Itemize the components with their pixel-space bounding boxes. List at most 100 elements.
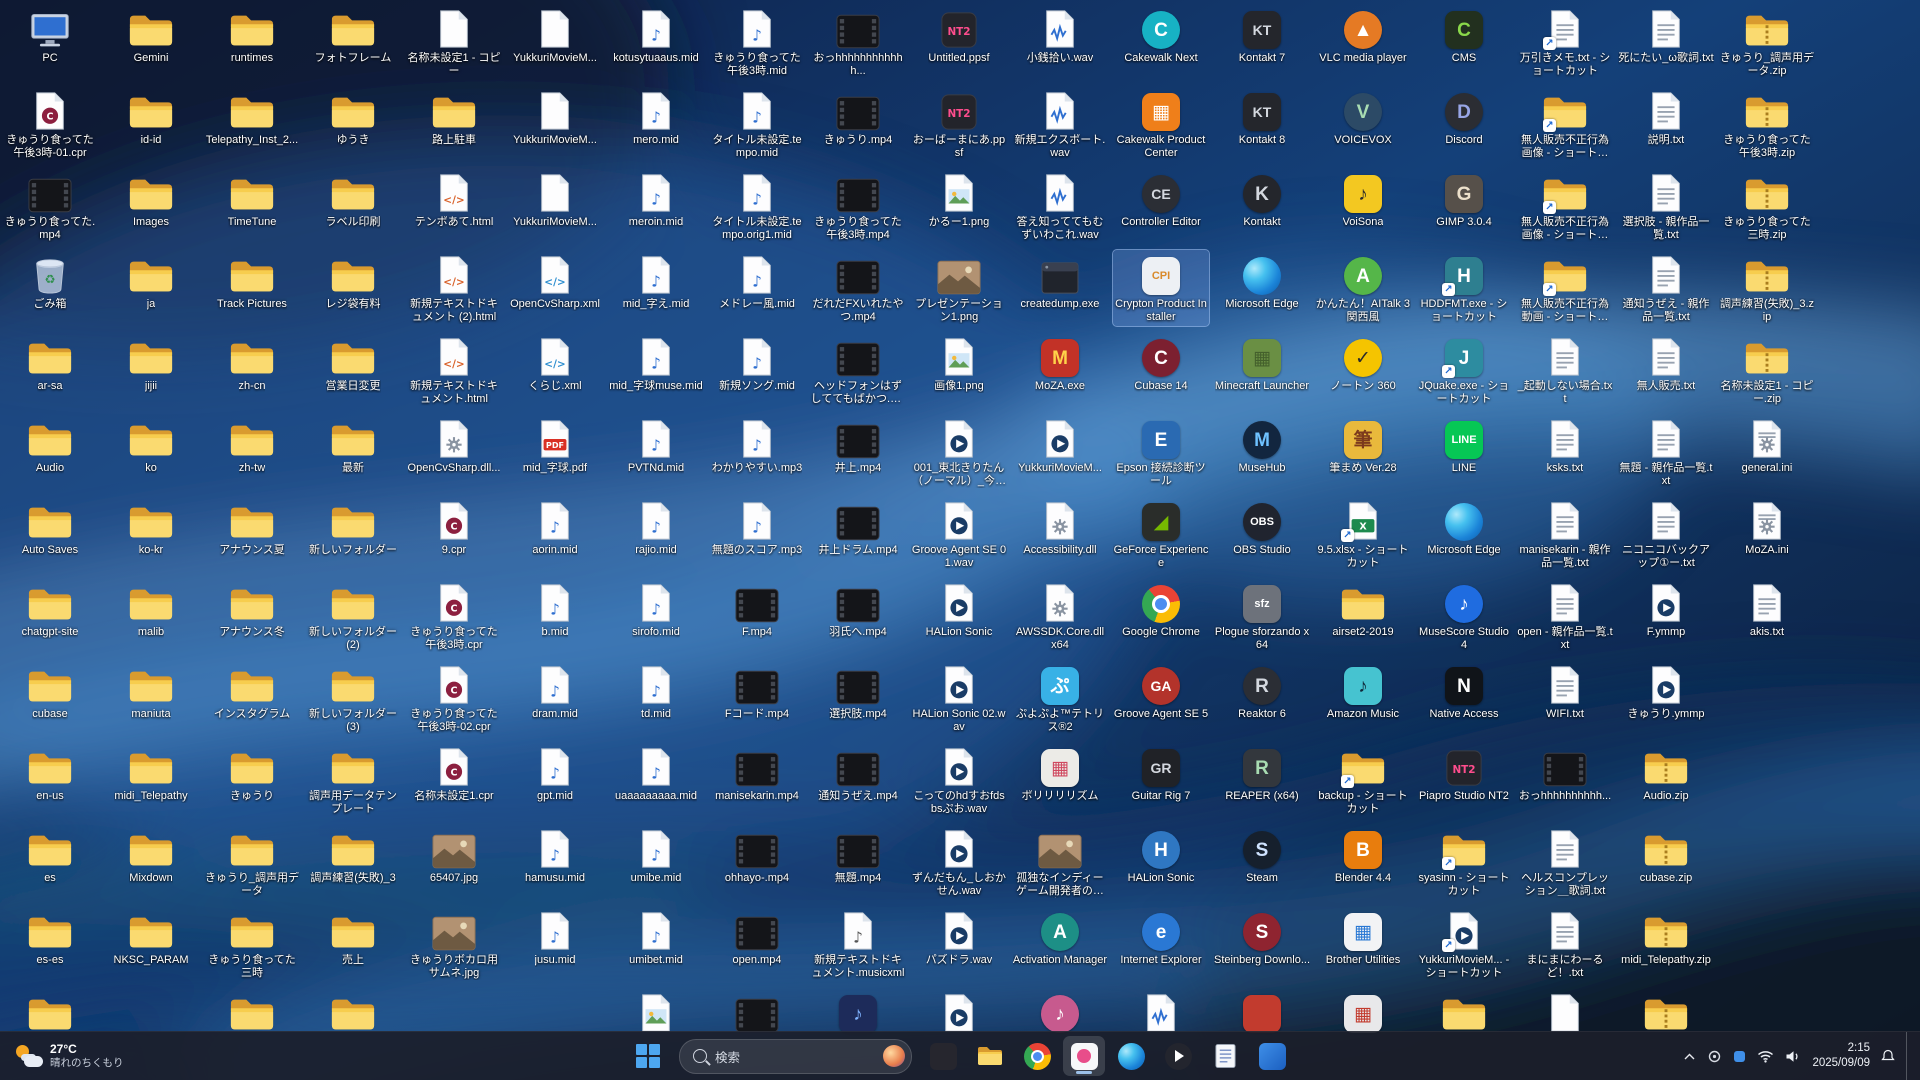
desktop-icon[interactable]: D Discord bbox=[1416, 86, 1512, 149]
desktop-icon[interactable]: ♪ gpt.mid bbox=[507, 742, 603, 805]
show-desktop-button[interactable] bbox=[1906, 1032, 1912, 1080]
desktop-icon[interactable]: YukkuriMovieM... bbox=[507, 168, 603, 231]
desktop-icon[interactable]: akis.txt bbox=[1719, 578, 1815, 641]
start-button[interactable] bbox=[627, 1036, 669, 1076]
desktop-icon[interactable]: F.mp4 bbox=[709, 578, 805, 641]
desktop-icon[interactable]: cubase bbox=[2, 660, 98, 723]
volume-icon[interactable] bbox=[1785, 1050, 1801, 1063]
desktop-icon[interactable]: e Internet Explorer bbox=[1113, 906, 1209, 969]
desktop-icon[interactable]: ♪ PVTNd.mid bbox=[608, 414, 704, 477]
desktop-icon[interactable]: open.mp4 bbox=[709, 906, 805, 969]
desktop-icon[interactable]: NT2 Untitled.ppsf bbox=[911, 4, 1007, 67]
desktop-icon[interactable]: ar-sa bbox=[2, 332, 98, 395]
desktop-icon[interactable]: おっhhhhhhhhhh... bbox=[1517, 742, 1613, 805]
desktop-icon[interactable]: Microsoft Edge bbox=[1214, 250, 1310, 313]
desktop-icon[interactable]: </> くらじ.xml bbox=[507, 332, 603, 395]
desktop-icon[interactable]: OpenCvSharp.dll... bbox=[406, 414, 502, 477]
desktop-icon[interactable]: ♪ 無題のスコア.mp3 bbox=[709, 496, 805, 559]
desktop-icon[interactable]: G GIMP 3.0.4 bbox=[1416, 168, 1512, 231]
desktop-icon[interactable]: es-es bbox=[2, 906, 98, 969]
desktop-icon[interactable]: プレゼンテーション1.png bbox=[911, 250, 1007, 326]
desktop-icon[interactable]: ずんだもん_しおかせん.wav bbox=[911, 824, 1007, 900]
desktop-icon[interactable]: 孤独なインディーゲーム開発者の一生... bbox=[1012, 824, 1108, 900]
desktop-icon[interactable]: B Blender 4.4 bbox=[1315, 824, 1411, 887]
desktop-icon[interactable]: YukkuriMovieM... bbox=[507, 4, 603, 67]
desktop-icon[interactable]: ↗ backup - ショートカット bbox=[1315, 742, 1411, 818]
desktop-icon[interactable]: きゅうり_調声用データ.zip bbox=[1719, 4, 1815, 80]
desktop-icon[interactable]: HALion Sonic bbox=[911, 578, 1007, 641]
desktop-icon[interactable]: CE Controller Editor bbox=[1113, 168, 1209, 231]
desktop-icon[interactable]: ♪ VoiSona bbox=[1315, 168, 1411, 231]
taskbar-app-blue-app[interactable] bbox=[1251, 1036, 1293, 1076]
desktop-icon[interactable]: ラベル印刷 bbox=[305, 168, 401, 231]
desktop-icon[interactable]: </> 新規テキストドキュメント (2).html bbox=[406, 250, 502, 326]
desktop-icon[interactable]: Audio bbox=[2, 414, 98, 477]
desktop-icon[interactable]: 名称未設定1 - コピー bbox=[406, 4, 502, 80]
desktop-icon[interactable]: AWSSDK.Core.dll x64 bbox=[1012, 578, 1108, 654]
desktop-icon[interactable]: id-id bbox=[103, 86, 199, 149]
desktop-icon[interactable]: 選択肢.mp4 bbox=[810, 660, 906, 723]
desktop-icon[interactable]: LINE LINE bbox=[1416, 414, 1512, 477]
desktop-icon[interactable]: PC bbox=[2, 4, 98, 67]
desktop-icon[interactable]: 小銭拾い.wav bbox=[1012, 4, 1108, 67]
desktop-icon[interactable]: ↗ syasinn - ショートカット bbox=[1416, 824, 1512, 900]
desktop-icon[interactable]: K Kontakt bbox=[1214, 168, 1310, 231]
taskbar-app-google-chrome[interactable] bbox=[1016, 1036, 1058, 1076]
desktop-icon[interactable]: C きゅうり食ってた午後3時-02.cpr bbox=[406, 660, 502, 736]
desktop-icon[interactable]: R REAPER (x64) bbox=[1214, 742, 1310, 805]
desktop-icon[interactable]: R Reaktor 6 bbox=[1214, 660, 1310, 723]
desktop-icon[interactable]: ksks.txt bbox=[1517, 414, 1613, 477]
desktop-icon[interactable]: C 9.cpr bbox=[406, 496, 502, 559]
desktop-icon[interactable]: general.ini bbox=[1719, 414, 1815, 477]
desktop-icon[interactable]: Google Chrome bbox=[1113, 578, 1209, 641]
desktop-icon[interactable]: OBS OBS Studio bbox=[1214, 496, 1310, 559]
desktop-icon[interactable]: cubase.zip bbox=[1618, 824, 1714, 887]
desktop-icon[interactable]: C 名称未設定1.cpr bbox=[406, 742, 502, 805]
desktop-icon[interactable]: KT Kontakt 7 bbox=[1214, 4, 1310, 67]
desktop-icon[interactable]: en-us bbox=[2, 742, 98, 805]
desktop-icon[interactable]: MoZA.ini bbox=[1719, 496, 1815, 559]
desktop-icon[interactable]: Groove Agent SE 01.wav bbox=[911, 496, 1007, 572]
desktop-icon[interactable]: 最新 bbox=[305, 414, 401, 477]
desktop-icon[interactable]: レジ袋有料 bbox=[305, 250, 401, 313]
desktop-icon[interactable]: ♪ Amazon Music bbox=[1315, 660, 1411, 723]
desktop-icon[interactable]: ▦ Cakewalk Product Center bbox=[1113, 86, 1209, 162]
desktop-icon[interactable]: きゅうり食ってた三時.zip bbox=[1719, 168, 1815, 244]
desktop-icon[interactable]: ♪ mid_字球muse.mid bbox=[608, 332, 704, 395]
desktop-icon[interactable]: ja bbox=[103, 250, 199, 313]
desktop-icon[interactable]: GA Groove Agent SE 5 bbox=[1113, 660, 1209, 723]
desktop-icon[interactable]: きゅうり.mp4 bbox=[810, 86, 906, 149]
desktop-icon[interactable]: airset2-2019 bbox=[1315, 578, 1411, 641]
weather-widget[interactable]: 27°C 晴れのちくもり bbox=[6, 1032, 134, 1080]
desktop-icon[interactable]: WIFI.txt bbox=[1517, 660, 1613, 723]
desktop-icon[interactable]: manisekarin.mp4 bbox=[709, 742, 805, 805]
desktop-icon[interactable]: YukkuriMovieM... bbox=[1012, 414, 1108, 477]
desktop-icon[interactable]: Audio.zip bbox=[1618, 742, 1714, 805]
desktop-icon[interactable]: ♪ わかりやすい.mp3 bbox=[709, 414, 805, 477]
desktop-icon[interactable]: 画像1.png bbox=[911, 332, 1007, 395]
taskbar-app-media-player[interactable] bbox=[1157, 1036, 1199, 1076]
taskbar-app-dark-app[interactable] bbox=[922, 1036, 964, 1076]
desktop-icon[interactable]: ↗ 無人販売不正行為画像 - ショートカッ... bbox=[1517, 86, 1613, 162]
desktop-icon[interactable]: ↗ 万引きメモ.txt - ショートカット bbox=[1517, 4, 1613, 80]
desktop-icon[interactable]: ぷぷよぷよ™テトリス®2 bbox=[1012, 660, 1108, 736]
desktop-icon[interactable]: 新しいフォルダー bbox=[305, 496, 401, 559]
desktop-icon[interactable]: TimeTune bbox=[204, 168, 300, 231]
desktop-icon[interactable]: 新規エクスポート.wav bbox=[1012, 86, 1108, 162]
desktop-icon[interactable]: ▦ Minecraft Launcher bbox=[1214, 332, 1310, 395]
desktop-icon[interactable]: ♪ メドレー風.mid bbox=[709, 250, 805, 313]
taskbar-clock[interactable]: 2:15 2025/09/09 bbox=[1812, 1041, 1870, 1071]
desktop-icon[interactable]: ↗ YukkuriMovieM... - ショートカット bbox=[1416, 906, 1512, 982]
desktop-icon[interactable]: 新しいフォルダー (3) bbox=[305, 660, 401, 736]
desktop-icon[interactable]: E Epson 接続診断ツール bbox=[1113, 414, 1209, 490]
tray-icon-2[interactable] bbox=[1732, 1050, 1746, 1063]
desktop-icon[interactable]: ♪ dram.mid bbox=[507, 660, 603, 723]
desktop-icon[interactable]: インスタグラム bbox=[204, 660, 300, 723]
desktop-icon[interactable]: NKSC_PARAM bbox=[103, 906, 199, 969]
desktop-icon[interactable]: きゅうり食ってた.mp4 bbox=[2, 168, 98, 244]
desktop-icon[interactable]: N Native Access bbox=[1416, 660, 1512, 723]
desktop-icon[interactable]: Auto Saves bbox=[2, 496, 98, 559]
desktop-icon[interactable]: きゅうり食ってた三時 bbox=[204, 906, 300, 982]
desktop-icon[interactable]: 説明.txt bbox=[1618, 86, 1714, 149]
desktop-icon[interactable]: jijii bbox=[103, 332, 199, 395]
